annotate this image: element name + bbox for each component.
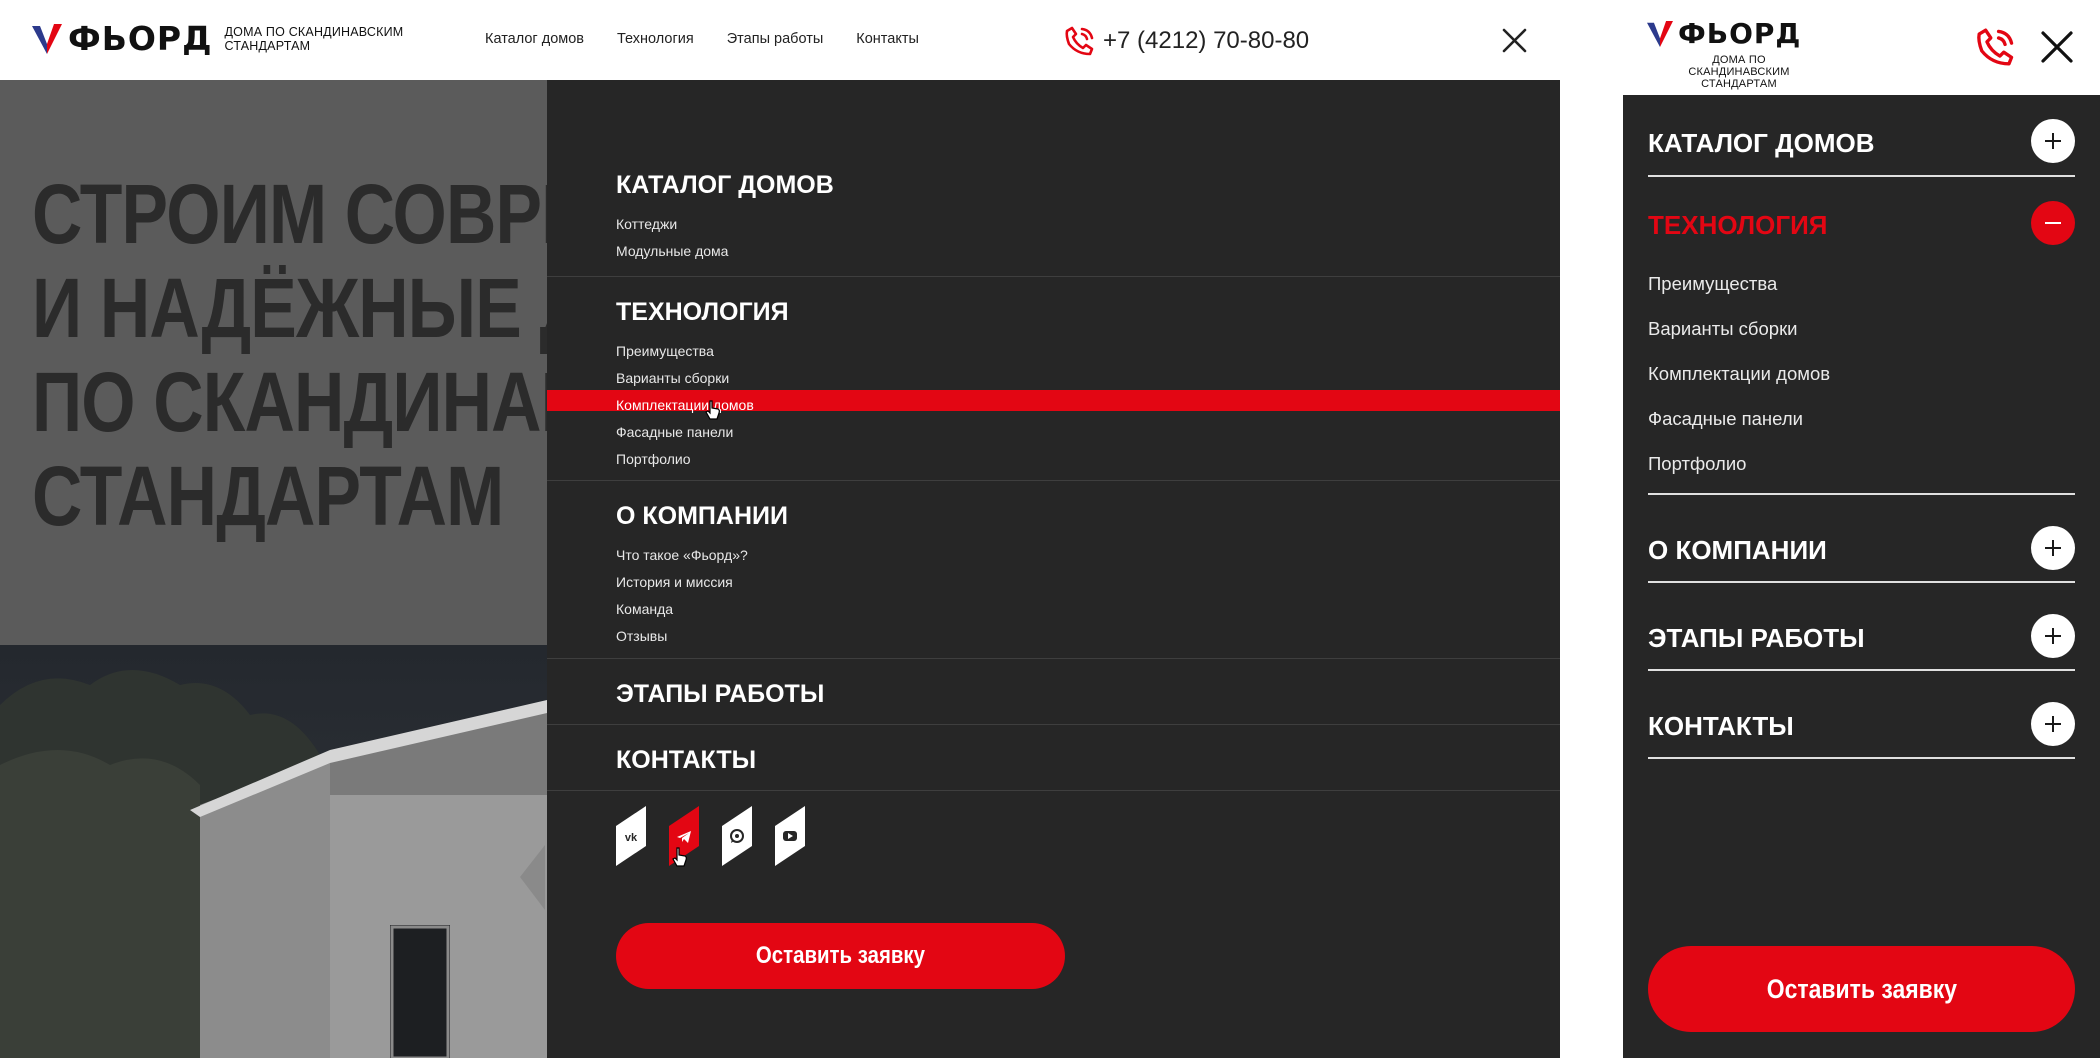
menu-link[interactable]: Отзывы — [616, 628, 667, 644]
hero-background: СТРОИМ СОВРЕМЕННЫЕ И НАДЁЖНЫЕ ДОМА ПО СК… — [0, 80, 547, 1058]
mobile-menu-link[interactable]: Преимущества — [1648, 273, 1777, 295]
mobile-menu-link[interactable]: Фасадные панели — [1648, 408, 1803, 430]
close-icon[interactable] — [2040, 30, 2074, 64]
menu-section-title[interactable]: ТЕХНОЛОГИЯ — [616, 298, 789, 327]
brand-logo[interactable]: ФЬОРД ДОМА ПО СКАНДИНАВСКИМ СТАНДАРТАМ — [1647, 17, 1802, 90]
plus-icon[interactable] — [2031, 614, 2075, 658]
youtube-icon[interactable] — [775, 806, 805, 866]
hero-title-line: СТРОИМ СОВРЕМЕННЫЕ — [32, 167, 547, 261]
logo-tagline: ДОМА ПО СКАНДИНАВСКИМ СТАНДАРТАМ — [1688, 54, 1790, 90]
close-icon[interactable] — [1502, 28, 1527, 53]
hand-cursor-icon — [672, 847, 687, 867]
menu-section-catalog: КАТАЛОГ ДОМОВ Коттеджи Модульные дома — [547, 80, 1560, 277]
mobile-view: ФЬОРД ДОМА ПО СКАНДИНАВСКИМ СТАНДАРТАМ К… — [1623, 0, 2100, 1058]
mobile-header: ФЬОРД ДОМА ПО СКАНДИНАВСКИМ СТАНДАРТАМ — [1623, 0, 2100, 95]
vk-icon[interactable]: vk — [616, 806, 646, 866]
logo-mark-icon — [32, 23, 62, 54]
menu-section-title[interactable]: ЭТАПЫ РАБОТЫ — [616, 680, 824, 709]
menu-link-hovered[interactable]: Комплектации домов — [616, 397, 754, 413]
nav-item-contacts[interactable]: Контакты — [856, 31, 919, 47]
mobile-menu-title[interactable]: О КОМПАНИИ — [1648, 535, 1827, 566]
whatsapp-icon[interactable] — [722, 806, 752, 866]
nav-item-catalog[interactable]: Каталог домов — [485, 31, 584, 47]
header-phone[interactable]: +7 (4212) 70-80-80 — [1063, 24, 1309, 58]
top-nav: Каталог домов Технология Этапы работы Ко… — [485, 31, 919, 47]
hero-house-photo — [0, 645, 547, 1058]
request-button-label: Оставить заявку — [755, 942, 926, 969]
menu-section-title[interactable]: О КОМПАНИИ — [616, 502, 788, 531]
minus-icon[interactable] — [2031, 201, 2075, 245]
hero-title-line: ПО СКАНДИНАВСКИМ — [32, 355, 547, 449]
menu-link[interactable]: Портфолио — [616, 451, 691, 467]
menu-link[interactable]: История и миссия — [616, 574, 733, 590]
menu-section-title[interactable]: КОНТАКТЫ — [616, 746, 756, 775]
desktop-header: ФЬОРД ДОМА ПО СКАНДИНАВСКИМ СТАНДАРТАМ К… — [0, 0, 1560, 80]
mobile-menu-title-active[interactable]: ТЕХНОЛОГИЯ — [1648, 210, 1828, 241]
brand-logo[interactable]: ФЬОРД ДОМА ПО СКАНДИНАВСКИМ СТАНДАРТАМ — [32, 22, 415, 55]
logo-wordmark: ФЬОРД — [68, 19, 213, 58]
menu-link[interactable]: Фасадные панели — [616, 424, 733, 440]
menu-link[interactable]: Модульные дома — [616, 243, 728, 259]
mobile-menu-row-stages[interactable]: ЭТАПЫ РАБОТЫ — [1648, 583, 2075, 671]
mobile-menu-panel: КАТАЛОГ ДОМОВ ТЕХНОЛОГИЯ Преимущества Ва… — [1623, 95, 2100, 1058]
menu-link[interactable]: Что такое «Фьорд»? — [616, 547, 748, 563]
menu-section-technology: ТЕХНОЛОГИЯ Преимущества Варианты сборки … — [547, 277, 1560, 481]
request-button-label: Оставить заявку — [1766, 973, 1957, 1004]
desktop-view: ФЬОРД ДОМА ПО СКАНДИНАВСКИМ СТАНДАРТАМ К… — [0, 0, 1560, 1058]
request-button[interactable]: Оставить заявку — [616, 923, 1065, 989]
menu-section-stages: ЭТАПЫ РАБОТЫ — [547, 659, 1560, 725]
phone-number[interactable]: +7 (4212) 70-80-80 — [1103, 27, 1309, 55]
plus-icon[interactable] — [2031, 702, 2075, 746]
request-button[interactable]: Оставить заявку — [1648, 946, 2075, 1032]
svg-text:vk: vk — [625, 832, 638, 844]
mobile-menu-title[interactable]: КОНТАКТЫ — [1648, 711, 1794, 742]
mobile-menu-row-about[interactable]: О КОМПАНИИ — [1648, 495, 2075, 583]
mobile-menu-link[interactable]: Варианты сборки — [1648, 318, 1798, 340]
plus-icon[interactable] — [2031, 119, 2075, 163]
mobile-menu-link[interactable]: Комплектации домов — [1648, 363, 1830, 385]
mobile-menu-title[interactable]: КАТАЛОГ ДОМОВ — [1648, 128, 1875, 159]
nav-item-technology[interactable]: Технология — [617, 31, 694, 47]
hero-title: СТРОИМ СОВРЕМЕННЫЕ И НАДЁЖНЫЕ ДОМА ПО СК… — [32, 167, 547, 543]
menu-link[interactable]: Команда — [616, 601, 673, 617]
logo-mark-icon — [1647, 21, 1673, 47]
mobile-menu-row-contacts[interactable]: КОНТАКТЫ — [1648, 671, 2075, 759]
plus-icon[interactable] — [2031, 526, 2075, 570]
logo-tagline: ДОМА ПО СКАНДИНАВСКИМ СТАНДАРТАМ — [224, 24, 404, 53]
mobile-menu-link[interactable]: Портфолио — [1648, 453, 1746, 475]
menu-panel: КАТАЛОГ ДОМОВ Коттеджи Модульные дома ТЕ… — [547, 80, 1560, 1058]
menu-link[interactable]: Варианты сборки — [616, 370, 729, 386]
phone-icon[interactable] — [1974, 25, 2018, 69]
menu-link[interactable]: Коттеджи — [616, 216, 677, 232]
menu-section-contacts: КОНТАКТЫ — [547, 725, 1560, 791]
menu-link[interactable]: Преимущества — [616, 343, 714, 359]
nav-item-stages[interactable]: Этапы работы — [727, 31, 824, 47]
logo-wordmark: ФЬОРД — [1678, 17, 1802, 50]
menu-section-title[interactable]: КАТАЛОГ ДОМОВ — [616, 171, 834, 200]
hero-title-line: СТАНДАРТАМ — [32, 449, 504, 543]
menu-section-about: О КОМПАНИИ Что такое «Фьорд»? История и … — [547, 481, 1560, 659]
social-links: vk — [616, 806, 805, 866]
phone-icon — [1065, 26, 1094, 56]
hero-title-line: И НАДЁЖНЫЕ ДОМА — [32, 261, 547, 355]
hand-cursor-icon — [705, 400, 720, 420]
mobile-menu-title[interactable]: ЭТАПЫ РАБОТЫ — [1648, 623, 1865, 654]
mobile-menu-row-catalog[interactable]: КАТАЛОГ ДОМОВ — [1648, 95, 2075, 177]
